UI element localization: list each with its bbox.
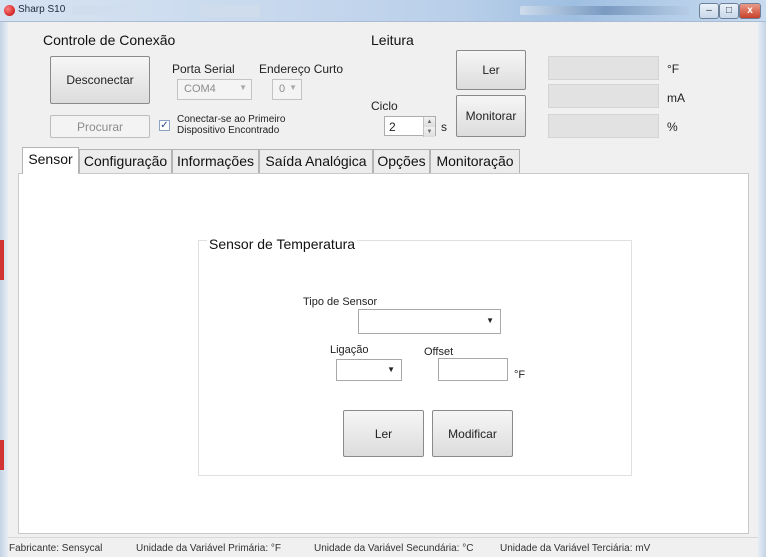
readout-primary xyxy=(548,56,659,80)
status-secondary-unit: Unidade da Variável Secundária: °C xyxy=(314,543,474,554)
connect-first-label-line1: Conectar-se ao Primeiro xyxy=(177,114,286,125)
title-bar[interactable]: Sharp S10 – □ x xyxy=(0,0,766,22)
connection-group-title: Controle de Conexão xyxy=(43,32,176,48)
title-bar-blur xyxy=(520,6,690,15)
unit-percent: % xyxy=(667,120,678,134)
maximize-button[interactable]: □ xyxy=(719,3,739,19)
window-border-right xyxy=(758,22,766,557)
tab-informacoes[interactable]: Informações xyxy=(172,149,259,173)
offset-unit: °F xyxy=(514,369,526,381)
temperature-sensor-title: Sensor de Temperatura xyxy=(207,236,358,252)
tab-configuracao[interactable]: Configuração xyxy=(79,149,172,173)
monitor-button[interactable]: Monitorar xyxy=(456,95,526,137)
short-address-label: Endereço Curto xyxy=(259,62,344,76)
offset-input[interactable] xyxy=(438,358,508,381)
edge-red-mark xyxy=(0,440,4,470)
spin-up-icon[interactable]: ▲ xyxy=(423,117,435,127)
serial-port-value: COM4 xyxy=(184,83,216,95)
short-address-select[interactable]: 0 ▼ xyxy=(272,79,302,100)
connection-type-label: Ligação xyxy=(330,344,369,356)
short-address-value: 0 xyxy=(279,83,286,95)
chevron-down-icon: ▼ xyxy=(387,365,395,374)
connect-first-checkbox[interactable]: ✓ xyxy=(159,120,170,131)
tab-sensor[interactable]: Sensor xyxy=(22,147,79,174)
serial-port-select[interactable]: COM4 ▼ xyxy=(177,79,252,100)
chevron-down-icon: ▼ xyxy=(486,316,494,325)
status-primary-unit: Unidade da Variável Primária: °F xyxy=(136,543,281,554)
window-border-left xyxy=(0,22,8,557)
read-button[interactable]: Ler xyxy=(456,50,526,90)
tab-opcoes[interactable]: Opções xyxy=(373,149,430,173)
status-manufacturer: Fabricante: Sensycal xyxy=(9,543,103,554)
search-button[interactable]: Procurar xyxy=(50,115,150,138)
cycle-label: Ciclo xyxy=(371,99,398,113)
readout-percent xyxy=(548,114,659,138)
title-bar-blur xyxy=(72,6,142,15)
disconnect-button[interactable]: Desconectar xyxy=(50,56,150,104)
spin-down-icon[interactable]: ▼ xyxy=(423,127,435,137)
chevron-down-icon: ▼ xyxy=(289,83,297,92)
window-title: Sharp S10 xyxy=(18,4,66,15)
edge-red-mark xyxy=(0,240,4,280)
unit-primary: °F xyxy=(667,62,680,76)
tab-saida-analogica[interactable]: Saída Analógica xyxy=(259,149,373,173)
cycle-spinner[interactable]: 2 ▲ ▼ xyxy=(384,116,436,137)
close-button[interactable]: x xyxy=(739,3,761,19)
sensor-read-button[interactable]: Ler xyxy=(343,410,424,457)
serial-port-label: Porta Serial xyxy=(172,62,235,76)
sensor-type-label: Tipo de Sensor xyxy=(303,296,378,308)
cycle-unit: s xyxy=(441,120,447,134)
cycle-value: 2 xyxy=(389,120,396,134)
sensor-modify-button[interactable]: Modificar xyxy=(432,410,513,457)
readout-current xyxy=(548,84,659,108)
offset-label: Offset xyxy=(424,346,454,358)
minimize-button[interactable]: – xyxy=(699,3,719,19)
app-icon xyxy=(4,5,15,16)
connection-type-select[interactable]: ▼ xyxy=(336,359,402,381)
status-tertiary-unit: Unidade da Variável Terciária: mV xyxy=(500,543,651,554)
reading-group-title: Leitura xyxy=(371,32,414,48)
chevron-down-icon: ▼ xyxy=(239,83,247,92)
connect-first-label-line2: Dispositivo Encontrado xyxy=(177,125,280,136)
sensor-type-select[interactable]: ▼ xyxy=(358,309,501,334)
unit-current: mA xyxy=(667,91,685,105)
tab-monitoracao[interactable]: Monitoração xyxy=(430,149,520,173)
title-bar-blur xyxy=(200,5,260,17)
